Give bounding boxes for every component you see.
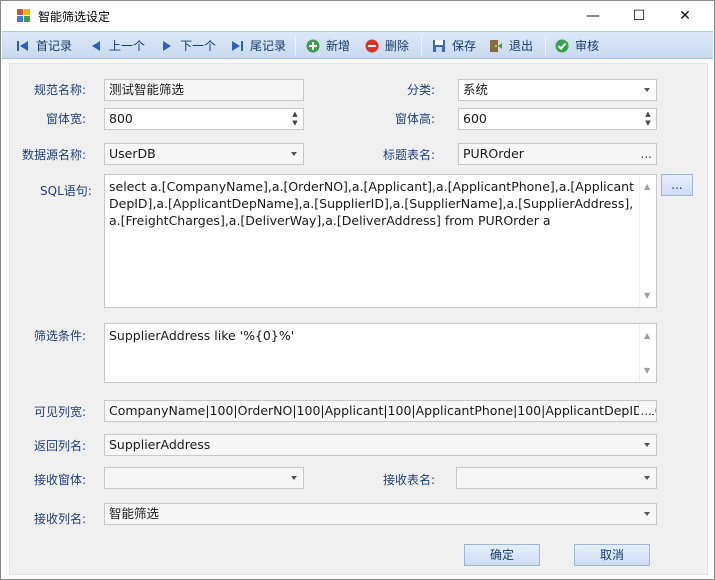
prev-label: 上一个 xyxy=(109,39,146,53)
datasource-value: UserDB xyxy=(109,146,156,161)
datasource-label: 数据源名称: xyxy=(22,148,87,162)
last-record-button[interactable]: 尾记录 xyxy=(230,35,286,57)
delete-icon xyxy=(365,39,379,53)
toolbar-separator xyxy=(295,37,296,55)
last-record-icon xyxy=(232,41,243,51)
recv-table-dropdown[interactable] xyxy=(456,467,657,489)
category-label: 分类: xyxy=(407,83,436,97)
filter-textarea[interactable]: SupplierAddress like '%{0}%' ▲ ▼ xyxy=(104,323,657,383)
close-button[interactable]: ✕ xyxy=(662,1,708,31)
last-record-label: 尾记录 xyxy=(250,39,287,53)
width-label: 窗体宽: xyxy=(46,112,87,126)
table-label: 标题表名: xyxy=(383,148,436,162)
cancel-button[interactable]: 取消 xyxy=(574,544,650,566)
scroll-down-icon[interactable]: ▼ xyxy=(644,362,650,379)
recv-col-label: 接收列名: xyxy=(34,512,87,526)
save-label: 保存 xyxy=(452,39,477,53)
first-record-icon xyxy=(17,41,28,51)
chevron-down-icon xyxy=(291,476,297,480)
visible-label: 可见列宽: xyxy=(34,405,87,419)
scroll-up-icon[interactable]: ▲ xyxy=(644,327,650,344)
chevron-down-icon xyxy=(644,476,650,480)
next-label: 下一个 xyxy=(180,39,217,53)
form-panel: 规范名称: 测试智能筛选 分类: 系统 窗体宽: 800 ▲ ▼ 窗体高: 60… xyxy=(9,63,708,575)
sql-label: SQL语句: xyxy=(40,184,92,198)
datasource-dropdown[interactable]: UserDB xyxy=(104,143,304,165)
scrollbar[interactable]: ▲ ▼ xyxy=(639,175,656,307)
visible-value: CompanyName|100|OrderNO|100|Applicant|10… xyxy=(109,403,657,418)
next-icon xyxy=(163,41,171,51)
spin-down-icon[interactable]: ▼ xyxy=(290,119,300,128)
next-button[interactable]: 下一个 xyxy=(160,35,216,57)
height-stepper[interactable]: 600 ▲ ▼ xyxy=(458,108,657,130)
return-dropdown[interactable]: SupplierAddress xyxy=(104,434,657,456)
height-value: 600 xyxy=(463,111,487,126)
prev-button[interactable]: 上一个 xyxy=(89,35,145,57)
minimize-button[interactable]: — xyxy=(570,1,616,31)
toolbar: 首记录 上一个 下一个 尾记录 新增 删除 保存 退出 审核 xyxy=(2,31,713,59)
spin-up-icon[interactable]: ▲ xyxy=(290,110,300,119)
exit-button[interactable]: 退出 xyxy=(489,35,533,57)
first-record-label: 首记录 xyxy=(36,39,73,53)
sql-text: select a.[CompanyName],a.[OrderNO],a.[Ap… xyxy=(109,179,635,228)
delete-button[interactable]: 删除 xyxy=(365,35,409,57)
recv-form-label: 接收窗体: xyxy=(34,473,87,487)
recv-col-value: 智能筛选 xyxy=(109,506,160,521)
recv-form-dropdown[interactable] xyxy=(104,467,304,489)
save-button[interactable]: 保存 xyxy=(432,35,476,57)
dialog-window: 智能筛选设定 — ☐ ✕ 首记录 上一个 下一个 尾记录 新增 删除 保存 退出 xyxy=(0,0,715,580)
add-button[interactable]: 新增 xyxy=(306,35,350,57)
delete-label: 删除 xyxy=(385,39,410,53)
spin-down-icon[interactable]: ▼ xyxy=(643,119,653,128)
sql-browse-button[interactable]: ... xyxy=(661,174,693,196)
chevron-down-icon xyxy=(291,152,297,156)
toolbar-separator xyxy=(421,37,422,55)
visible-field[interactable]: CompanyName|100|OrderNO|100|Applicant|10… xyxy=(104,400,657,422)
save-icon xyxy=(433,40,445,52)
table-field[interactable]: PUROrder ... xyxy=(458,143,657,165)
recv-col-dropdown[interactable]: 智能筛选 xyxy=(104,503,657,525)
audit-label: 审核 xyxy=(575,39,600,53)
scroll-down-icon[interactable]: ▼ xyxy=(644,287,650,304)
exit-label: 退出 xyxy=(509,39,534,53)
app-icon xyxy=(17,9,31,23)
table-value: PUROrder xyxy=(463,146,524,161)
exit-icon xyxy=(490,40,502,52)
check-icon xyxy=(555,39,569,53)
sql-textarea[interactable]: select a.[CompanyName],a.[OrderNO],a.[Ap… xyxy=(104,174,657,308)
add-label: 新增 xyxy=(326,39,351,53)
category-value: 系统 xyxy=(463,82,489,97)
return-value: SupplierAddress xyxy=(109,437,211,452)
filter-text: SupplierAddress like '%{0}%' xyxy=(109,328,295,343)
audit-button[interactable]: 审核 xyxy=(555,35,599,57)
browse-icon[interactable]: ... xyxy=(641,144,652,164)
category-dropdown[interactable]: 系统 xyxy=(458,79,657,101)
add-icon xyxy=(306,39,320,53)
maximize-button[interactable]: ☐ xyxy=(616,1,662,31)
window-title: 智能筛选设定 xyxy=(38,10,111,24)
width-stepper[interactable]: 800 ▲ ▼ xyxy=(104,108,304,130)
prev-icon xyxy=(92,41,100,51)
height-label: 窗体高: xyxy=(395,112,436,126)
return-label: 返回列名: xyxy=(34,439,87,453)
toolbar-separator xyxy=(545,37,546,55)
chevron-down-icon xyxy=(644,443,650,447)
width-value: 800 xyxy=(109,111,133,126)
ok-button[interactable]: 确定 xyxy=(464,544,540,566)
scroll-up-icon[interactable]: ▲ xyxy=(644,178,650,195)
name-field[interactable]: 测试智能筛选 xyxy=(104,79,304,101)
first-record-button[interactable]: 首记录 xyxy=(16,35,72,57)
chevron-down-icon xyxy=(644,512,650,516)
filter-label: 筛选条件: xyxy=(34,329,87,343)
browse-icon[interactable]: ... xyxy=(638,401,652,421)
title-bar: 智能筛选设定 — ☐ ✕ xyxy=(1,1,714,31)
spin-up-icon[interactable]: ▲ xyxy=(643,110,653,119)
scrollbar[interactable]: ▲ ▼ xyxy=(639,324,656,382)
name-label: 规范名称: xyxy=(34,83,87,97)
chevron-down-icon xyxy=(644,88,650,92)
recv-table-label: 接收表名: xyxy=(383,473,436,487)
